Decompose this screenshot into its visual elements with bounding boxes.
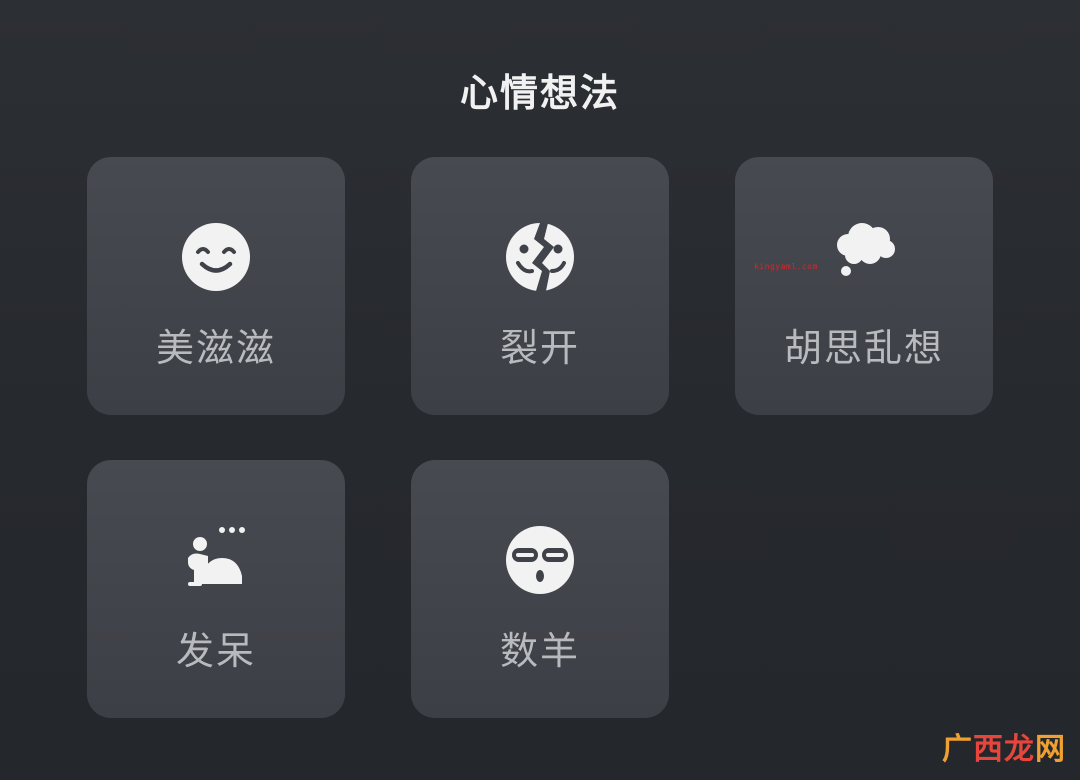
watermark-char: 网: [1035, 732, 1066, 767]
mood-option-fadai[interactable]: 发呆: [87, 460, 345, 718]
site-watermark-logo: 广西龙网: [942, 724, 1066, 768]
watermark-char: 龙: [1004, 732, 1035, 767]
daydream-person-icon: [178, 520, 254, 596]
mood-option-label: 裂开: [499, 326, 580, 370]
mood-option-shuyang[interactable]: 数羊: [411, 460, 669, 718]
smiling-face-icon: [178, 219, 254, 295]
mood-option-husiluanxiang[interactable]: 胡思乱想: [735, 157, 993, 415]
site-watermark-small: kingyaml.com: [754, 262, 818, 271]
sleep-mask-face-icon: [502, 522, 578, 598]
mood-option-liekai[interactable]: 裂开: [411, 157, 669, 415]
mood-option-meizizi[interactable]: 美滋滋: [87, 157, 345, 415]
mood-option-label: 美滋滋: [155, 326, 276, 370]
mood-option-label: 数羊: [499, 629, 580, 673]
thought-cloud-icon: [826, 217, 902, 293]
mood-option-label: 发呆: [175, 629, 256, 673]
cracked-face-icon: [502, 219, 578, 295]
page-title: 心情想法: [459, 71, 620, 115]
mood-option-label: 胡思乱想: [783, 326, 944, 370]
watermark-char: 广: [942, 732, 973, 767]
watermark-char: 西: [973, 732, 1004, 767]
